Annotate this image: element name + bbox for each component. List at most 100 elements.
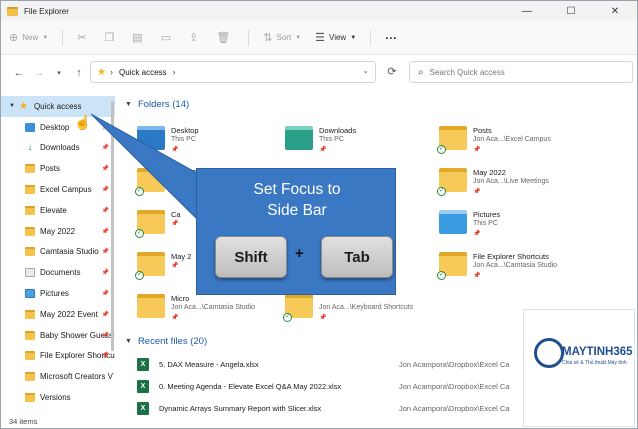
folder-tile[interactable]: ✓ Posts Jon Aca...\Excel Campus 📌	[437, 122, 579, 164]
sidebar-item[interactable]: Posts 📌	[1, 158, 115, 179]
chevron-right-icon: ›	[172, 67, 176, 77]
delete-button[interactable]: 🗑	[216, 31, 234, 44]
back-button[interactable]: ←	[9, 67, 29, 79]
divider	[370, 29, 372, 46]
pin-icon: 📌	[101, 145, 109, 152]
pin-icon: 📌	[319, 147, 327, 153]
sync-status-icon: ✓	[437, 271, 446, 280]
sync-status-icon: ✓	[135, 187, 144, 196]
quick-access-list: Desktop 📌 ↓ Downloads 📌 Posts 📌 Excel Campus 📌 El…	[1, 117, 115, 408]
sync-status-icon: ✓	[283, 313, 292, 322]
folder-icon	[25, 309, 35, 319]
folder-icon	[25, 372, 35, 382]
address-bar[interactable]: ★ › Quick access › ⌄	[90, 61, 376, 83]
pin-icon: 📌	[171, 263, 179, 269]
pictures-icon	[25, 289, 35, 299]
folder-tile[interactable]: ✓ Jon Aca...\Keyboard Shortcuts 📌	[283, 290, 425, 332]
sidebar-item[interactable]: Excel Campus 📌	[1, 179, 115, 200]
shift-key: Shift	[215, 236, 287, 278]
pin-icon: 📌	[473, 231, 481, 237]
search-icon: ⌕	[418, 66, 424, 78]
share-icon: ⇪	[189, 32, 199, 44]
forward-button[interactable]: →	[29, 67, 49, 79]
sidebar-item[interactable]: Baby Shower Guessi 📌	[1, 325, 115, 346]
sidebar-item-label: Pictures	[40, 289, 69, 299]
sidebar-item-quick-access[interactable]: ▼ ★ Quick access	[1, 96, 115, 117]
pin-icon: 📌	[101, 249, 109, 256]
up-button[interactable]: ↑	[69, 67, 89, 79]
sidebar-item[interactable]: Documents 📌	[1, 262, 115, 283]
trash-icon: 🗑	[216, 32, 231, 44]
pin-icon: 📌	[473, 273, 481, 279]
new-button[interactable]: ⊕ New ▼	[9, 31, 48, 44]
pin-icon: 📌	[101, 353, 109, 360]
sidebar-item[interactable]: File Explorer Shortcu 📌	[1, 346, 115, 367]
callout-box: Set Focus to Side Bar Shift + Tab	[196, 168, 396, 295]
folder-tile[interactable]: Desktop This PC 📌	[137, 122, 277, 164]
sidebar-item[interactable]: Versions	[1, 387, 115, 408]
pin-icon: 📌	[101, 166, 109, 173]
view-button[interactable]: ☰ View ▼	[315, 31, 356, 44]
sidebar-item-label: May 2022	[40, 226, 76, 236]
sync-status-icon: ✓	[135, 271, 144, 280]
sidebar-item[interactable]: Camtasia Studio 📌	[1, 242, 115, 263]
copy-button[interactable]: ❐	[104, 31, 118, 44]
sync-status-icon: ✓	[437, 187, 446, 196]
sidebar-scrollbar[interactable]	[111, 101, 114, 351]
sidebar-item[interactable]: Elevate 📌	[1, 200, 115, 221]
pin-icon: 📌	[171, 179, 179, 185]
maximize-button[interactable]: ☐	[549, 1, 593, 21]
folders-header[interactable]: ▼ Folders (14)	[125, 99, 189, 110]
more-options-button[interactable]: ···	[385, 31, 397, 45]
sidebar-item[interactable]: ↓ Downloads 📌	[1, 138, 115, 159]
sidebar-item[interactable]: May 2022 📌	[1, 221, 115, 242]
copy-icon: ❐	[104, 32, 115, 44]
pin-icon: 📌	[101, 187, 109, 194]
folder-icon	[137, 126, 165, 150]
chevron-down-icon[interactable]: ▼	[9, 103, 15, 109]
divider	[248, 29, 250, 46]
refresh-button[interactable]: ⟳	[384, 65, 400, 81]
navigation-pane[interactable]: ▼ ★ Quick access Desktop 📌 ↓ Downloads 📌 Post…	[1, 96, 115, 416]
sidebar-item[interactable]: Desktop 📌	[1, 117, 115, 138]
file-explorer-icon	[7, 6, 18, 16]
search-box[interactable]: ⌕ Search Quick access	[409, 61, 633, 83]
close-button[interactable]: ✕	[593, 1, 637, 21]
excel-file-icon: X	[137, 379, 149, 393]
folder-tile[interactable]: ✓ File Explorer Shortcuts Jon Aca...\Camta…	[437, 248, 579, 290]
rename-button[interactable]: ▭	[161, 31, 175, 44]
file-path: Jon Acampora\Dropbox\Excel Ca	[399, 359, 510, 369]
paste-button[interactable]: ▤	[132, 31, 146, 44]
folder-tile[interactable]: Downloads This PC 📌	[285, 122, 425, 164]
cut-button[interactable]: ✂	[77, 31, 90, 44]
file-name: 0. Meeting Agenda - Elevate Excel Q&A Ma…	[159, 381, 342, 391]
folder-location: Jon Aca...\Live Meetings	[473, 178, 549, 185]
folder-icon	[25, 351, 35, 361]
sidebar-item[interactable]: May 2022 Event 📌	[1, 304, 115, 325]
folder-name: Pictures	[473, 210, 501, 219]
excel-file-icon: X	[137, 401, 149, 415]
recent-locations-button[interactable]: ▾	[49, 69, 69, 77]
sidebar-item[interactable]: Microsoft Creators V	[1, 366, 115, 387]
pin-icon: 📌	[101, 270, 109, 277]
share-button[interactable]: ⇪	[189, 31, 202, 44]
folder-tile[interactable]: Pictures This PC 📌	[439, 206, 579, 248]
chevron-down-icon: ▼	[125, 101, 132, 108]
sidebar-item-label: Versions	[40, 393, 71, 403]
search-input[interactable]: Search Quick access	[430, 68, 505, 77]
folder-icon	[25, 393, 35, 403]
watermark-tagline: Chia sẻ & Thủ thuật Máy tính	[562, 360, 627, 366]
file-name: 5. DAX Measure - Angela.xlsx	[159, 359, 259, 369]
address-dropdown-icon[interactable]: ⌄	[362, 66, 369, 75]
sidebar-item[interactable]: Pictures 📌	[1, 283, 115, 304]
minimize-button[interactable]: —	[505, 1, 549, 21]
recent-files-header[interactable]: ▼ Recent files (20)	[125, 336, 207, 347]
watermark-brand: MAYTINH365	[562, 346, 633, 358]
scissors-icon: ✂	[77, 32, 87, 44]
folder-tile[interactable]: ✓ May 2022 Jon Aca...\Live Meetings 📌	[437, 164, 579, 206]
folder-tile[interactable]: Micro Jon Aca...\Camtasia Studio 📌	[137, 290, 277, 332]
folder-location: Jon Aca...\Excel Campus	[473, 136, 551, 143]
sort-button[interactable]: ⇅ Sort ▼	[263, 31, 301, 44]
view-icon: ☰	[315, 32, 325, 44]
chevron-down-icon: ▼	[42, 34, 49, 41]
